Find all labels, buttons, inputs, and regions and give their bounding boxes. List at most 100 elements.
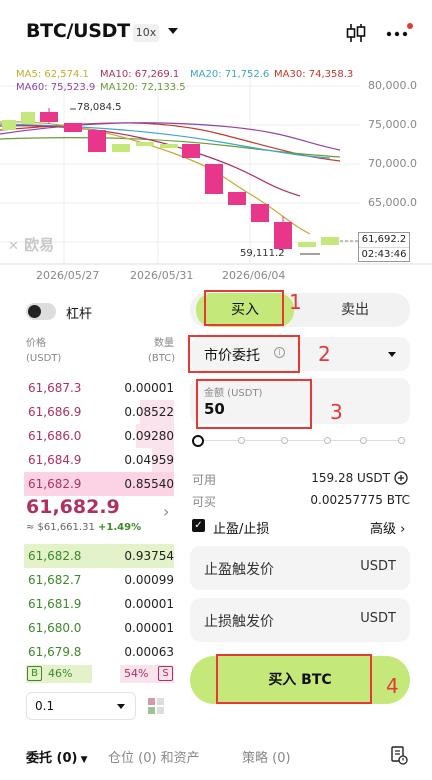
amount-slider[interactable] [192,432,408,450]
sell-ratio: 54% [124,667,149,680]
add-funds-icon[interactable] [394,471,408,485]
bid-qty: 0.00099 [124,573,174,587]
ma120-label: MA120: 72,133.5 [100,82,186,93]
price-header: 价格 [26,338,46,349]
ask-row[interactable]: 61,684.9 0.04959 [24,448,174,472]
ma30-label: MA30: 74,358.3 [274,69,354,80]
annotation-label-4: 4 [386,674,399,698]
sell-badge: S [158,666,173,681]
y-tick: 70,000.0 [368,157,417,170]
ma10-label: MA10: 67,269.1 [100,69,180,80]
bid-qty: 0.93754 [124,549,174,563]
ma5-label: MA5: 62,574.1 [16,69,89,80]
current-price-tag: 61,692.2 02:43:46 [358,232,410,262]
can-buy-label: 可买 [192,495,217,509]
available-value: 159.28 USDT [311,471,390,485]
advanced-link[interactable]: 高级 › [370,518,405,537]
y-tick: 65,000.0 [368,196,417,209]
tp-trigger-label: 止盈触发价 [204,562,274,578]
annotation-label-2: 2 [318,342,331,366]
tp-trigger-field[interactable]: 止盈触发价 USDT [190,546,410,590]
leverage-label: 杠杆 [66,307,93,322]
bid-price: 61,680.0 [28,621,82,635]
advanced-label: 高级 [370,522,397,537]
orderbook-layout-icon[interactable] [146,696,166,716]
watermark-logo: ✕ 欧易 [8,234,54,255]
candlestick-chart-icon[interactable] [345,22,367,44]
sl-unit: USDT [360,611,396,626]
ask-price: 61,687.3 [28,381,82,395]
kline-chart[interactable]: MA5: 62,574.1 MA10: 67,269.1 MA20: 71,75… [0,64,432,284]
slider-handle[interactable] [192,435,204,447]
bid-qty: 0.00063 [124,645,174,659]
annotation-label-3: 3 [330,400,343,424]
price-change: +1.49% [98,522,142,533]
tab-positions[interactable]: 仓位 (0) 和资产 [108,747,200,766]
ask-qty: 0.09280 [124,429,174,443]
last-price-usd-value: ≈ $61,661.31 [26,522,95,533]
chevron-right-icon[interactable]: › [163,502,169,521]
ask-price: 61,686.9 [28,405,82,419]
x-tick: 2026/05/27 [36,269,100,282]
bid-row[interactable]: 61,679.8 0.00063 [24,640,174,664]
last-price-usd: ≈ $61,661.31 +1.49% [26,522,141,533]
annotation-label-1: 1 [289,290,302,314]
ask-row[interactable]: 61,686.0 0.09280 [24,424,174,448]
ask-row[interactable]: 61,682.9 0.85540 [24,472,174,496]
ask-price: 61,684.9 [28,453,82,467]
pair-dropdown-icon[interactable] [168,28,178,34]
watermark-text: 欧易 [24,236,55,254]
sell-tab[interactable]: 卖出 [310,293,400,327]
bid-price: 61,682.8 [28,549,82,563]
high-price-label: 78,084.5 [77,102,122,113]
ma20-label: MA20: 71,752.6 [190,69,270,80]
buy-badge: B [27,666,42,681]
last-price[interactable]: 61,682.9 [26,496,120,518]
tp-sl-checkbox[interactable]: ✓ [192,519,205,532]
tp-sl-label: 止盈/止损 [213,522,270,537]
bid-row[interactable]: 61,682.8 0.93754 [24,544,174,568]
caret-down-icon: ▼ [77,755,88,765]
qty-header: 数量 [154,338,174,349]
sl-trigger-label: 止损触发价 [204,614,274,630]
bid-qty: 0.00001 [124,621,174,635]
depth-step-select[interactable]: 0.1 [26,692,136,720]
ask-qty: 0.00001 [124,381,174,395]
leverage-toggle[interactable] [26,303,56,320]
available-label: 可用 [192,473,217,487]
pair-title[interactable]: BTC/USDT [26,20,130,42]
order-history-icon[interactable] [390,745,408,765]
ask-price: 61,682.9 [28,477,82,491]
bid-price: 61,681.9 [28,597,82,611]
bid-price: 61,682.7 [28,573,82,587]
can-buy-value: 0.00257775 BTC [310,493,410,507]
header: BTC/USDT 10x [0,0,432,64]
tab-orders-label: 委托 (0) [26,751,78,766]
buy-ratio: 46% [48,667,73,680]
bid-row[interactable]: 61,680.0 0.00001 [24,616,174,640]
ma60-label: MA60: 75,523.9 [16,82,96,93]
ask-qty: 0.08522 [124,405,174,419]
sl-trigger-field[interactable]: 止损触发价 USDT [190,598,410,642]
tab-orders[interactable]: 委托 (0) ▼ [26,747,88,766]
chevron-down-icon [388,352,396,357]
ask-qty: 0.85540 [124,477,174,491]
annotation-box-1 [204,290,284,326]
price-column-header: 价格 (USDT) [26,336,61,366]
current-price: 61,692.2 [361,234,407,245]
annotation-box-4 [216,654,372,704]
bid-price: 61,679.8 [28,645,82,659]
bid-row[interactable]: 61,682.7 0.00099 [24,568,174,592]
ask-row[interactable]: 61,687.3 0.00001 [24,376,174,400]
depth-step-value: 0.1 [35,699,55,713]
annotation-box-3 [196,379,312,429]
annotation-box-2 [188,335,300,373]
more-menu-icon[interactable] [384,22,414,44]
bid-row[interactable]: 61,681.9 0.00001 [24,592,174,616]
qty-unit: (BTC) [148,353,176,364]
buy-sell-ratio-bar: B 46% 54% S [26,665,174,683]
tab-strategy[interactable]: 策略 (0) [242,747,291,766]
ask-row[interactable]: 61,686.9 0.08522 [24,400,174,424]
price-unit: (USDT) [26,353,62,364]
leverage-badge[interactable]: 10x [133,24,159,42]
